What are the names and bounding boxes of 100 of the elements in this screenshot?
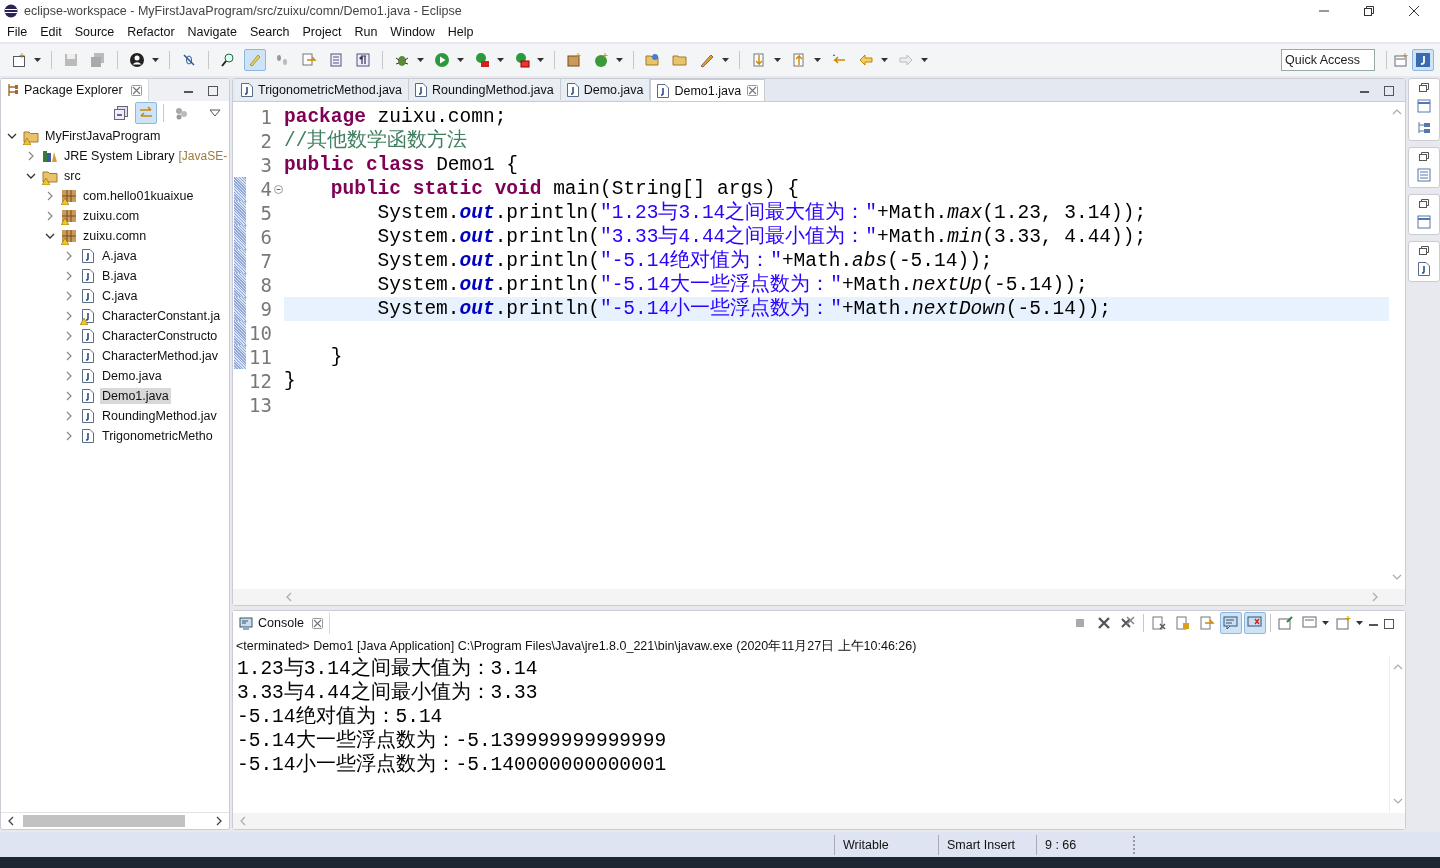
editor-tab[interactable]: TrigonometricMethod.java xyxy=(235,79,410,100)
collapse-icon[interactable] xyxy=(273,184,283,194)
code-line: System.out.println("-5.14小一些浮点数为："+Math.nextDown(-5.14)); xyxy=(376,298,1112,320)
line-number: 2 xyxy=(259,129,272,153)
java-perspective-icon[interactable] xyxy=(1412,49,1434,71)
tree-item[interactable]: A.java xyxy=(100,248,139,264)
tree-item[interactable]: RoundingMethod.jav xyxy=(100,408,219,424)
restore-icon[interactable] xyxy=(1419,83,1429,92)
java-file-icon xyxy=(80,348,96,364)
menu-item[interactable]: Project xyxy=(295,25,348,39)
tree-icon[interactable] xyxy=(1416,120,1432,136)
view-menu-icon[interactable] xyxy=(209,109,221,117)
hierarchy-icon xyxy=(7,83,19,97)
chevron-right-icon[interactable] xyxy=(64,371,74,381)
scroll-up-icon[interactable] xyxy=(1392,663,1403,671)
chevron-right-icon[interactable] xyxy=(64,271,74,281)
chevron-right-icon[interactable] xyxy=(64,411,74,421)
caret-icon[interactable] xyxy=(1356,621,1363,625)
maximize-icon[interactable] xyxy=(206,83,219,97)
tree-item[interactable]: MyFirstJavaProgram xyxy=(43,128,163,144)
chevron-down-icon[interactable] xyxy=(7,131,17,141)
chevron-right-icon[interactable] xyxy=(26,151,36,161)
folder-icon xyxy=(23,128,39,144)
caret-icon[interactable] xyxy=(616,58,623,62)
caret-icon[interactable] xyxy=(537,58,544,62)
chevron-down-icon[interactable] xyxy=(26,171,36,181)
tree-item[interactable]: JRE System Library xyxy=(62,148,177,164)
caret-icon[interactable] xyxy=(417,58,424,62)
menu-item[interactable]: Window xyxy=(383,25,441,39)
caret-icon[interactable] xyxy=(814,58,821,62)
speech-bubble-icon[interactable] xyxy=(1220,612,1242,634)
chevron-right-icon[interactable] xyxy=(45,211,55,221)
restore-icon[interactable] xyxy=(1419,152,1429,161)
java-file-icon[interactable] xyxy=(1416,261,1432,277)
maximize-icon[interactable] xyxy=(1382,616,1395,630)
chevron-right-icon[interactable] xyxy=(64,331,74,341)
caret-icon[interactable] xyxy=(1322,621,1329,625)
menu-item[interactable]: Help xyxy=(440,25,480,39)
java-file-icon xyxy=(413,81,430,98)
tree-item[interactable]: Demo.java xyxy=(100,368,164,384)
menu-item[interactable]: Edit xyxy=(33,25,68,39)
menu-item[interactable]: Run xyxy=(347,25,384,39)
tree-item[interactable]: Demo1.java xyxy=(100,388,171,404)
java-file-icon xyxy=(239,81,255,98)
tree-item[interactable]: zuixu.comn xyxy=(81,228,149,244)
tree-item[interactable]: B.java xyxy=(100,268,139,284)
maximize-icon[interactable] xyxy=(1382,83,1395,97)
scroll-left-icon[interactable] xyxy=(7,816,15,826)
caret-icon[interactable] xyxy=(497,58,504,62)
tree-item[interactable]: CharacterMethod.jav xyxy=(100,348,221,364)
scroll-up-icon[interactable] xyxy=(1392,108,1402,116)
menu-item[interactable]: Source xyxy=(67,25,121,39)
tree-item[interactable]: CharacterConstructo xyxy=(100,328,220,344)
scroll-right-icon[interactable] xyxy=(215,816,223,826)
line-number: 13 xyxy=(248,393,272,417)
tree-item[interactable]: zuixu.com xyxy=(81,208,142,224)
scroll-down-icon[interactable] xyxy=(1392,797,1403,805)
caret-icon[interactable] xyxy=(881,58,888,62)
bubble-x-icon[interactable] xyxy=(1244,612,1266,634)
view-tab[interactable]: Package Explorer xyxy=(1,79,149,101)
tree-item[interactable]: src xyxy=(62,168,83,184)
caret-icon[interactable] xyxy=(774,58,781,62)
tree-item[interactable]: CharacterConstant.ja xyxy=(100,308,223,324)
restore-icon[interactable] xyxy=(1419,199,1429,208)
caret-icon[interactable] xyxy=(34,58,41,62)
editor-tab[interactable]: RoundingMethod.java xyxy=(409,79,561,100)
scroll-down-icon[interactable] xyxy=(1392,573,1402,581)
scrollbar-thumb[interactable] xyxy=(23,815,185,827)
menu-item[interactable]: Search xyxy=(242,25,296,39)
restore-icon[interactable] xyxy=(1419,246,1429,255)
menu-item[interactable]: File xyxy=(0,25,34,39)
tree-item[interactable]: TrigonometricMetho xyxy=(100,428,215,444)
restore-icon[interactable] xyxy=(1363,5,1375,17)
eclipse-logo-icon xyxy=(4,4,18,18)
caret-icon[interactable] xyxy=(921,58,928,62)
editor-tab[interactable]: Demo.java xyxy=(560,79,651,100)
chevron-right-icon[interactable] xyxy=(64,391,74,401)
chevron-down-icon[interactable] xyxy=(45,231,55,241)
tree-item[interactable]: com.hello01kuaixue xyxy=(81,188,196,204)
line-number: 12 xyxy=(248,369,272,393)
chevron-right-icon[interactable] xyxy=(64,311,74,321)
code-line: package zuixu.comn; xyxy=(284,106,507,128)
chevron-right-icon[interactable] xyxy=(64,251,74,261)
menu-item[interactable]: Navigate xyxy=(180,25,243,39)
chevron-right-icon[interactable] xyxy=(64,291,74,301)
console-output-line: -5.14绝对值为：5.14 xyxy=(237,705,444,729)
quick-access-field[interactable]: Quick Access xyxy=(1281,49,1375,71)
caret-icon[interactable] xyxy=(152,58,159,62)
window-icon[interactable] xyxy=(1416,214,1432,230)
editor-tab[interactable]: Demo1.java xyxy=(650,79,766,101)
window-icon[interactable] xyxy=(1416,98,1432,114)
chevron-right-icon[interactable] xyxy=(64,431,74,441)
caret-icon[interactable] xyxy=(722,58,729,62)
caret-icon[interactable] xyxy=(457,58,464,62)
close-icon[interactable] xyxy=(1408,5,1420,17)
menu-item[interactable]: Refactor xyxy=(120,25,181,39)
tab-title: Console xyxy=(258,616,304,630)
chevron-right-icon[interactable] xyxy=(64,351,74,361)
tree-item[interactable]: C.java xyxy=(100,288,140,304)
chevron-right-icon[interactable] xyxy=(45,191,55,201)
